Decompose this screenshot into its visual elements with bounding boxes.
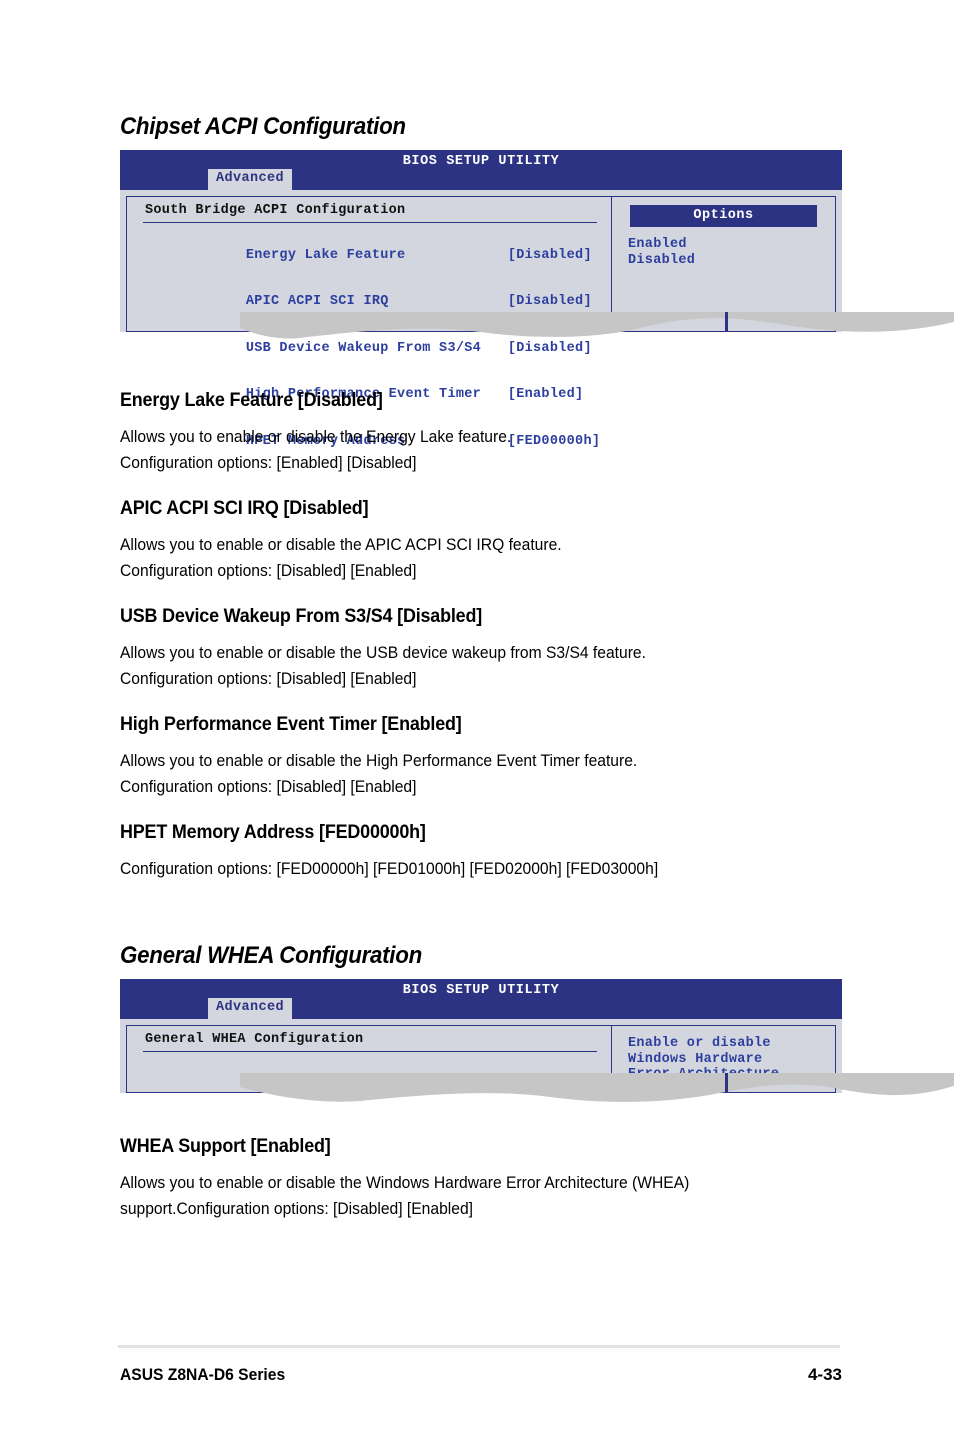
entry-line: Configuration options: [FED00000h] [FED0… <box>120 859 659 878</box>
footer-page-number: 4-33 <box>807 1365 842 1384</box>
bios-titlebar: BIOS SETUP UTILITY Advanced <box>120 979 842 1019</box>
entry-heading: USB Device Wakeup From S3/S4 [Disabled] <box>120 605 483 627</box>
bios-setting-value: [Disabled] <box>507 247 592 263</box>
entry-line: Configuration options: [Disabled] [Enabl… <box>120 669 417 688</box>
bios-help-line: Enable or disable <box>628 1036 771 1051</box>
entry-line: Configuration options: [Enabled] [Disabl… <box>120 453 417 472</box>
entry-heading: Energy Lake Feature [Disabled] <box>120 389 383 411</box>
entry-line: Configuration options: [Disabled] [Enabl… <box>120 561 417 580</box>
entry-heading: High Performance Event Timer [Enabled] <box>120 713 462 735</box>
bios-setting-value: [Enabled] <box>507 387 584 402</box>
bios-options-values: Enabled Disabled <box>612 227 835 268</box>
bios-pane-header: South Bridge ACPI Configuration <box>145 203 406 218</box>
entry-line: support.Configuration options: [Disabled… <box>120 1199 473 1218</box>
bios-options-header: Options <box>630 205 817 227</box>
bios-utility-title: BIOS SETUP UTILITY <box>402 154 560 169</box>
bios-help-line: Windows Hardware <box>628 1051 763 1067</box>
entry-heading: APIC ACPI SCI IRQ [Disabled] <box>120 497 369 519</box>
bios-body: South Bridge ACPI Configuration Energy L… <box>120 190 842 449</box>
bios-screenshot-chipset: BIOS SETUP UTILITY Advanced South Bridge… <box>120 150 842 449</box>
bios-pane-header: General WHEA Configuration <box>145 1032 364 1047</box>
bios-tab-advanced[interactable]: Advanced <box>208 169 293 190</box>
footer-rule <box>118 1345 840 1348</box>
bios-torn-edge <box>240 312 954 342</box>
entry-line: Allows you to enable or disable the Ener… <box>120 427 512 446</box>
bios-setting-value: [FED00000h] <box>507 433 601 449</box>
bios-torn-edge <box>240 1073 954 1103</box>
section-title-general-whea: General WHEA Configuration <box>120 942 422 969</box>
entry-line: Allows you to enable or disable the Wind… <box>120 1173 690 1192</box>
entry-line: Allows you to enable or disable the USB … <box>120 643 646 662</box>
bios-setting-row[interactable]: Energy Lake Feature [Disabled] <box>145 232 611 279</box>
bios-utility-title: BIOS SETUP UTILITY <box>402 983 560 998</box>
footer-product-name: ASUS Z8NA-D6 Series <box>120 1365 286 1384</box>
section-title-chipset-acpi: Chipset ACPI Configuration <box>120 113 406 140</box>
bios-titlebar: BIOS SETUP UTILITY Advanced <box>120 150 842 190</box>
entry-line: Allows you to enable or disable the High… <box>120 751 638 770</box>
bios-setting-label: Energy Lake Feature <box>245 247 406 263</box>
bios-option-item[interactable]: Disabled <box>628 253 835 269</box>
bios-setting-label: APIC ACPI SCI IRQ <box>245 294 389 309</box>
entry-line: Configuration options: [Disabled] [Enabl… <box>120 777 417 796</box>
bios-tab-advanced[interactable]: Advanced <box>208 998 293 1019</box>
document-page: Chipset ACPI Configuration BIOS SETUP UT… <box>0 0 954 1438</box>
entry-heading: HPET Memory Address [FED00000h] <box>120 821 426 843</box>
bios-setting-value: [Disabled] <box>507 294 592 309</box>
entry-line: Allows you to enable or disable the APIC… <box>120 535 562 554</box>
bios-option-item[interactable]: Enabled <box>628 237 835 253</box>
entry-heading: WHEA Support [Enabled] <box>120 1135 331 1157</box>
